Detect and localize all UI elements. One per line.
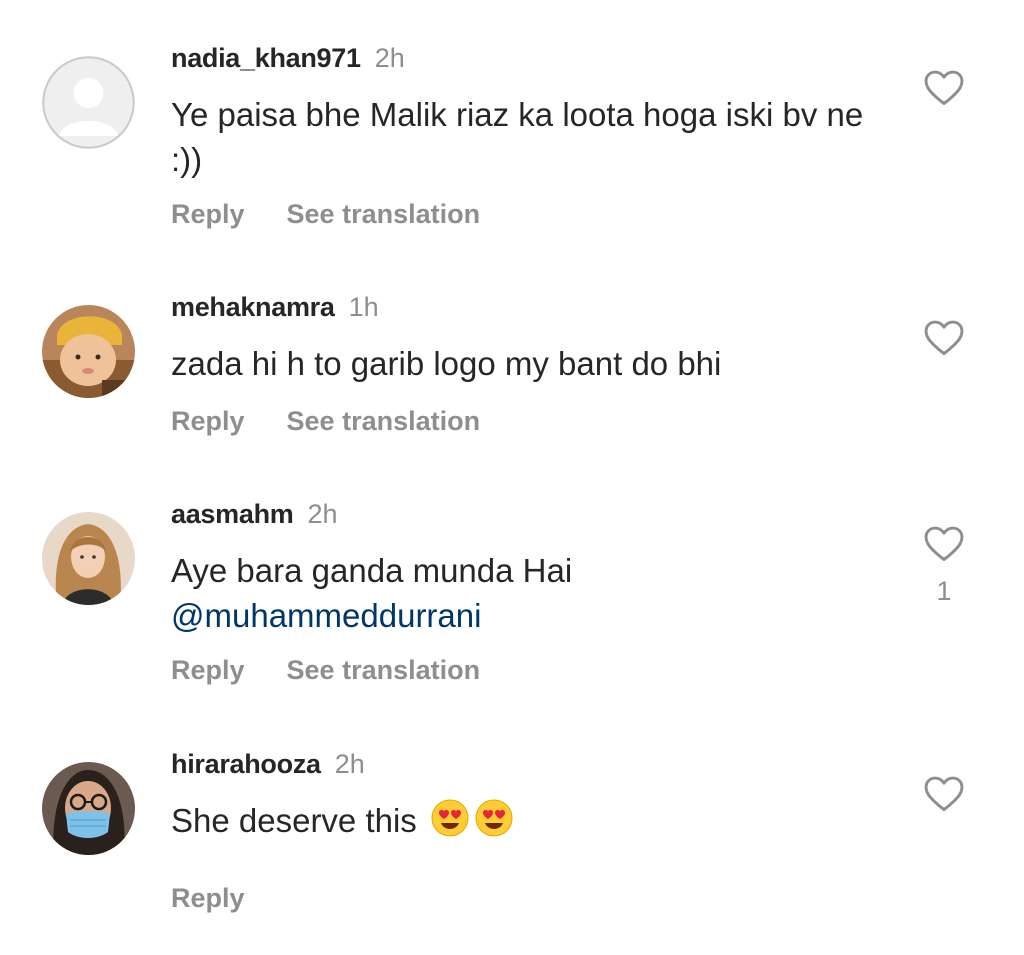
username[interactable]: hirarahooza	[171, 749, 321, 779]
heart-eyes-emoji-icon	[474, 798, 514, 838]
comment-header: hirarahooza 2h	[171, 744, 365, 784]
timestamp: 2h	[374, 43, 405, 73]
comment-actions: Reply See translation	[171, 650, 480, 690]
reply-button[interactable]: Reply	[171, 194, 245, 234]
see-translation-button[interactable]: See translation	[287, 401, 481, 441]
reply-button[interactable]: Reply	[171, 650, 245, 690]
child-photo-icon	[42, 305, 135, 398]
reply-button[interactable]: Reply	[171, 878, 245, 918]
comment-header: mehaknamra 1h	[171, 287, 379, 327]
avatar[interactable]	[42, 56, 135, 149]
comment-body: Aye bara ganda munda Hai	[171, 552, 573, 589]
comment-text: She deserve this	[171, 798, 871, 843]
heart-eyes-emoji-icon	[430, 798, 470, 838]
comment-text: Aye bara ganda munda Hai @muhammeddurran…	[171, 548, 871, 638]
username[interactable]: nadia_khan971	[171, 43, 361, 73]
timestamp: 1h	[348, 292, 379, 322]
comment-text: zada hi h to garib logo my bant do bhi	[171, 341, 871, 386]
comment-body: Ye paisa bhe Malik riaz ka loota hoga is…	[171, 96, 864, 178]
comment-body: She deserve this	[171, 802, 417, 839]
like-count: 1	[936, 576, 952, 606]
reply-button[interactable]: Reply	[171, 401, 245, 441]
comment-header: nadia_khan971 2h	[171, 38, 405, 78]
comment-text: Ye paisa bhe Malik riaz ka loota hoga is…	[171, 92, 871, 182]
see-translation-button[interactable]: See translation	[287, 194, 481, 234]
woman-photo-icon	[42, 512, 135, 605]
avatar[interactable]	[42, 305, 135, 398]
default-avatar-icon	[42, 56, 135, 149]
comment-body: zada hi h to garib logo my bant do bhi	[171, 345, 722, 382]
timestamp: 2h	[307, 499, 338, 529]
heart-outline-icon[interactable]	[922, 316, 966, 360]
timestamp: 2h	[334, 749, 365, 779]
see-translation-button[interactable]: See translation	[287, 650, 481, 690]
username[interactable]: aasmahm	[171, 499, 294, 529]
heart-outline-icon[interactable]	[922, 66, 966, 110]
mention-link[interactable]: @muhammeddurrani	[171, 593, 871, 638]
comment-actions: Reply	[171, 878, 245, 918]
heart-outline-icon[interactable]	[922, 522, 966, 566]
comment-header: aasmahm 2h	[171, 494, 338, 534]
avatar[interactable]	[42, 762, 135, 855]
avatar[interactable]	[42, 512, 135, 605]
masked-woman-photo-icon	[42, 762, 135, 855]
heart-outline-icon[interactable]	[922, 772, 966, 816]
comment-actions: Reply See translation	[171, 401, 480, 441]
comment-actions: Reply See translation	[171, 194, 480, 234]
username[interactable]: mehaknamra	[171, 292, 335, 322]
